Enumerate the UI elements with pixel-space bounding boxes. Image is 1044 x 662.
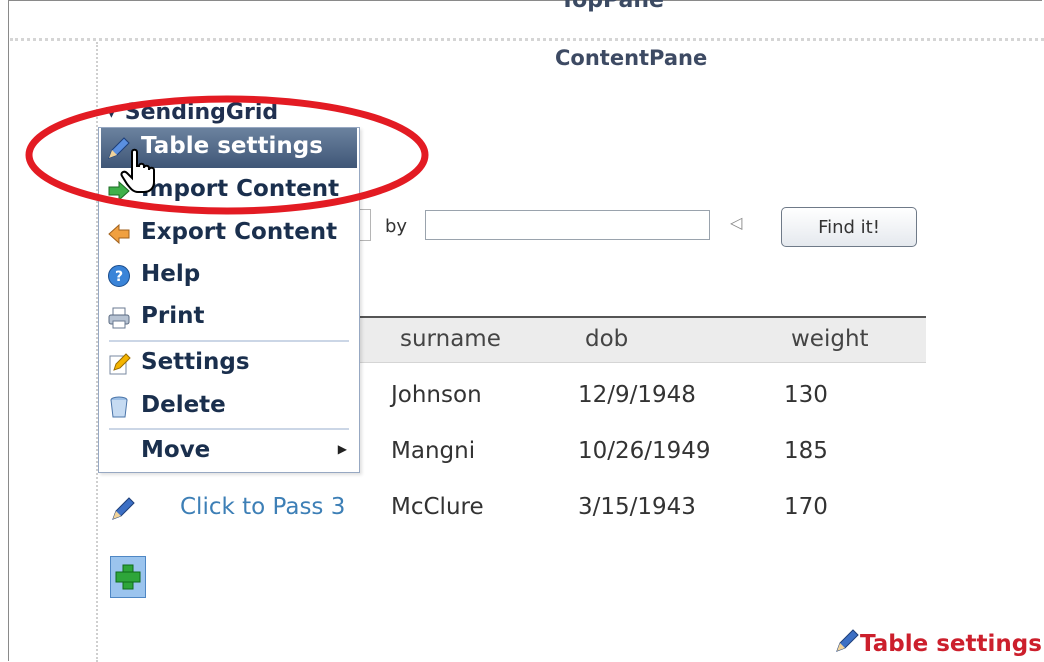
hand-cursor-icon <box>120 148 155 193</box>
cell-weight: 185 <box>784 438 828 464</box>
search-input[interactable] <box>425 210 710 240</box>
highlight-ellipse <box>25 95 429 215</box>
footer-table-settings-label: Table settings <box>860 631 1042 657</box>
expand-arrow-icon[interactable]: ◁ <box>730 213 742 232</box>
svg-text:?: ? <box>115 269 123 285</box>
menu-item-label: Move <box>141 437 211 463</box>
column-header-dob[interactable]: dob <box>585 326 628 352</box>
menu-item-label: Help <box>141 261 201 287</box>
menu-separator <box>109 428 349 430</box>
cell-weight: 130 <box>784 382 828 408</box>
cell-dob: 12/9/1948 <box>578 382 696 408</box>
search-by-label: by <box>385 216 408 237</box>
cell-dob: 3/15/1943 <box>578 494 696 520</box>
column-header-weight[interactable]: weight <box>791 326 869 352</box>
menu-item-help[interactable]: ? Help <box>101 256 357 296</box>
pane-divider <box>10 38 1044 41</box>
menu-item-label: Export Content <box>141 219 338 245</box>
cell-surname: Mangni <box>391 438 476 464</box>
submenu-arrow-icon: ▶ <box>337 442 347 456</box>
column-header-surname[interactable]: surname <box>400 326 501 352</box>
menu-item-settings[interactable]: Settings <box>101 344 357 384</box>
menu-item-move[interactable]: Move ▶ <box>101 432 357 472</box>
find-button[interactable]: Find it! <box>781 207 917 247</box>
export-arrow-icon <box>107 222 131 246</box>
menu-item-label: Settings <box>141 349 250 375</box>
pane-title: ContentPane <box>555 46 708 70</box>
menu-item-label: Print <box>141 303 205 329</box>
top-pane-title: TopPane <box>560 0 664 13</box>
footer-table-settings-link[interactable]: Table settings <box>834 628 1042 657</box>
menu-item-export-content[interactable]: Export Content <box>101 214 357 254</box>
add-row-button[interactable] <box>110 556 146 598</box>
menu-item-delete[interactable]: Delete <box>101 387 357 427</box>
pencil-icon <box>836 629 859 652</box>
menu-item-print[interactable]: Print <box>101 298 357 338</box>
printer-icon <box>107 306 131 330</box>
edit-row-pencil-icon[interactable] <box>110 496 136 526</box>
cell-surname: Johnson <box>391 382 482 408</box>
cell-dob: 10/26/1949 <box>578 438 711 464</box>
menu-separator <box>109 340 349 342</box>
trash-icon <box>107 395 131 419</box>
pass-link[interactable]: Click to Pass 3 <box>180 494 345 520</box>
settings-pencil-icon <box>107 352 131 376</box>
cell-surname: McClure <box>391 494 484 520</box>
menu-item-label: Delete <box>141 392 226 418</box>
help-icon: ? <box>107 264 131 288</box>
cell-weight: 170 <box>784 494 828 520</box>
